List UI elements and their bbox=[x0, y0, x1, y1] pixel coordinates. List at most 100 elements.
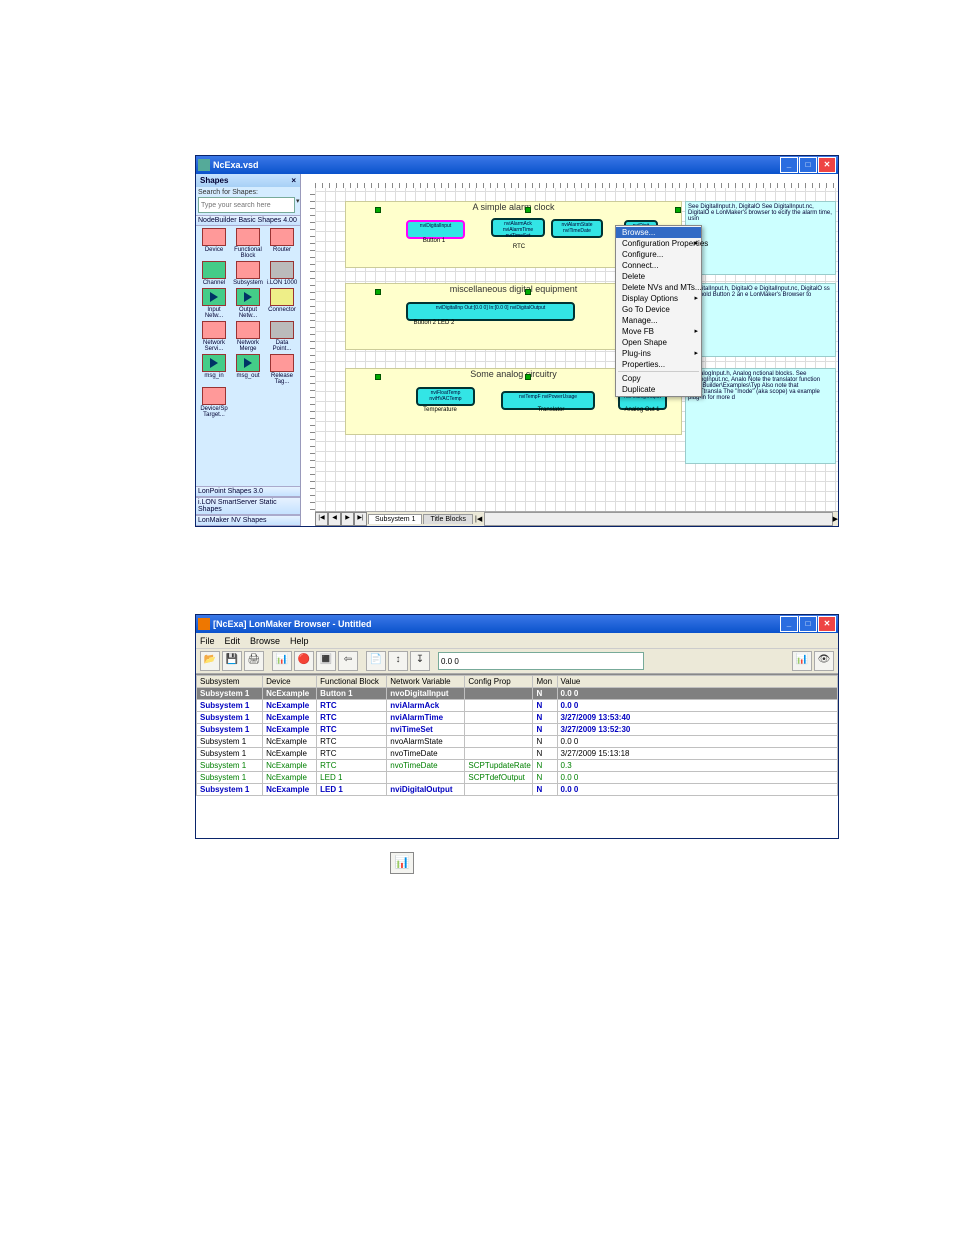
menu-item[interactable]: Browse... bbox=[616, 227, 701, 238]
minimize-button[interactable]: _ bbox=[780, 157, 798, 173]
stencil-item[interactable]: Channel bbox=[198, 261, 230, 286]
stencil-item[interactable]: msg_out bbox=[232, 354, 264, 385]
menu-browse[interactable]: Browse bbox=[250, 636, 280, 646]
menu-item[interactable]: Manage... bbox=[616, 315, 701, 326]
diagram-area: A simple alarm clocknviDigitalInputButto… bbox=[301, 174, 838, 526]
tab-nav-button[interactable]: ▶ bbox=[341, 512, 354, 526]
menu-item[interactable]: Properties... bbox=[616, 359, 701, 370]
data-grid[interactable]: SubsystemDeviceFunctional BlockNetwork V… bbox=[196, 674, 838, 838]
tab-nav-button[interactable]: |◀ bbox=[315, 512, 328, 526]
stencil-item[interactable]: Device bbox=[198, 228, 230, 259]
stencil-bar[interactable]: LonPoint Shapes 3.0 bbox=[196, 486, 300, 497]
column-header[interactable]: Value bbox=[557, 676, 837, 688]
menu-item[interactable]: Go To Device bbox=[616, 304, 701, 315]
functional-block[interactable]: nviAlarmState nviTimeDate bbox=[551, 219, 603, 238]
minimize-button[interactable]: _ bbox=[780, 616, 798, 632]
functional-block[interactable]: nviDigitalInput bbox=[406, 220, 465, 239]
toolbar-button[interactable]: ⇦ bbox=[338, 651, 358, 671]
table-row[interactable]: Subsystem 1NcExampleButton 1nvoDigitalIn… bbox=[197, 688, 838, 700]
stencil-header[interactable]: NodeBuilder Basic Shapes 4.00 bbox=[196, 215, 300, 226]
stencil-item[interactable]: Subsystem bbox=[232, 261, 264, 286]
menu-item[interactable]: Plug-ins bbox=[616, 348, 701, 359]
stencil-item[interactable]: Functional Block bbox=[232, 228, 264, 259]
stencil-bar[interactable]: i.LON SmartServer Static Shapes bbox=[196, 497, 300, 515]
toolbar-button[interactable]: 📄 bbox=[366, 651, 386, 671]
stencil-item[interactable]: Device/Sp Target... bbox=[198, 387, 230, 418]
column-header[interactable]: Mon bbox=[533, 676, 557, 688]
menu-item[interactable]: Copy bbox=[616, 373, 701, 384]
stencil-item[interactable]: Connector bbox=[266, 288, 298, 319]
maximize-button[interactable]: □ bbox=[799, 157, 817, 173]
side-note: See DigitalInput.h, DigitalO See Digital… bbox=[685, 201, 836, 275]
toolbar-button[interactable]: 🔳 bbox=[316, 651, 336, 671]
toolbar-button[interactable]: 🔴 bbox=[294, 651, 314, 671]
toolbar-button[interactable]: 📊 bbox=[272, 651, 292, 671]
titlebar[interactable]: [NcExa] LonMaker Browser - Untitled _ □ … bbox=[196, 615, 838, 633]
menu-item[interactable]: Open Shape bbox=[616, 337, 701, 348]
table-row[interactable]: Subsystem 1NcExampleRTCnviAlarmAckN0.0 0 bbox=[197, 700, 838, 712]
stencil-item[interactable]: Data Point... bbox=[266, 321, 298, 352]
toolbar-button[interactable]: 📂 bbox=[200, 651, 220, 671]
table-row[interactable]: Subsystem 1NcExampleLED 1nviDigitalOutpu… bbox=[197, 784, 838, 796]
tab-titleblocks[interactable]: Title Blocks bbox=[423, 514, 473, 524]
menu-item[interactable]: Delete NVs and MTs... bbox=[616, 282, 701, 293]
column-header[interactable]: Subsystem bbox=[197, 676, 263, 688]
functional-block[interactable]: nviFloatTemp nviHVACTemp bbox=[416, 387, 475, 406]
column-header[interactable]: Config Prop bbox=[465, 676, 533, 688]
toolbar-button[interactable]: ↧ bbox=[410, 651, 430, 671]
stencil-item[interactable]: Network Servi... bbox=[198, 321, 230, 352]
toolbar-button[interactable]: 🖨 bbox=[244, 651, 264, 671]
table-row[interactable]: Subsystem 1NcExampleRTCnvoTimeDateN3/27/… bbox=[197, 748, 838, 760]
stencil-item[interactable]: Network Merge bbox=[232, 321, 264, 352]
toolbar-button[interactable]: ↕ bbox=[388, 651, 408, 671]
toolbar-button[interactable]: 📊 bbox=[792, 651, 812, 671]
stencil-item[interactable]: msg_in bbox=[198, 354, 230, 385]
menu-edit[interactable]: Edit bbox=[225, 636, 241, 646]
menu-help[interactable]: Help bbox=[290, 636, 309, 646]
menu-item[interactable]: Delete bbox=[616, 271, 701, 282]
toolbar-button[interactable]: 💾 bbox=[222, 651, 242, 671]
table-row[interactable]: Subsystem 1NcExampleRTCnvoTimeDateSCPTup… bbox=[197, 760, 838, 772]
stencil-item[interactable]: Router bbox=[266, 228, 298, 259]
table-row[interactable]: Subsystem 1NcExampleRTCnviTimeSetN3/27/2… bbox=[197, 724, 838, 736]
dropdown-icon[interactable]: ▾ bbox=[296, 197, 300, 213]
tab-subsystem1[interactable]: Subsystem 1 bbox=[368, 514, 422, 524]
stencil-bar[interactable]: LonMaker NV Shapes bbox=[196, 515, 300, 526]
stencil-item[interactable]: i.LON 1000 bbox=[266, 261, 298, 286]
stencil-item[interactable]: Release Tag... bbox=[266, 354, 298, 385]
table: SubsystemDeviceFunctional BlockNetwork V… bbox=[196, 675, 838, 796]
canvas[interactable]: A simple alarm clocknviDigitalInputButto… bbox=[315, 188, 838, 512]
stencil-item[interactable]: Output Netw... bbox=[232, 288, 264, 319]
monitor-icon[interactable]: 📊 bbox=[390, 852, 414, 874]
table-row[interactable]: Subsystem 1NcExampleRTCnvoAlarmStateN0.0… bbox=[197, 736, 838, 748]
menu-file[interactable]: File bbox=[200, 636, 215, 646]
close-pane-icon[interactable]: × bbox=[291, 176, 296, 185]
table-row[interactable]: Subsystem 1NcExampleRTCnviAlarmTimeN3/27… bbox=[197, 712, 838, 724]
value-input[interactable] bbox=[438, 652, 644, 670]
menu-item[interactable]: Duplicate bbox=[616, 384, 701, 395]
toolbar-button[interactable]: 👁 bbox=[814, 651, 834, 671]
stencil-item[interactable]: Input Netw... bbox=[198, 288, 230, 319]
menu-item[interactable]: Configure... bbox=[616, 249, 701, 260]
menu-item[interactable]: Move FB bbox=[616, 326, 701, 337]
tab-nav-button[interactable]: ◀ bbox=[328, 512, 341, 526]
functional-block[interactable]: nviDigitalInp Out:[0.0 0] In:[0.0 0] nvi… bbox=[406, 302, 575, 321]
menu-item[interactable]: Connect... bbox=[616, 260, 701, 271]
context-menu: Browse...Configuration PropertiesConfigu… bbox=[615, 225, 702, 397]
hscroll[interactable] bbox=[484, 512, 832, 526]
table-row[interactable]: Subsystem 1NcExampleLED 1SCPTdefOutputN0… bbox=[197, 772, 838, 784]
menu-item[interactable]: Configuration Properties bbox=[616, 238, 701, 249]
close-button[interactable]: ✕ bbox=[818, 616, 836, 632]
app-icon bbox=[198, 159, 210, 171]
close-button[interactable]: ✕ bbox=[818, 157, 836, 173]
column-header[interactable]: Functional Block bbox=[317, 676, 387, 688]
sheet-tabs: |◀◀▶▶| Subsystem 1 Title Blocks |◀ ▶ bbox=[315, 511, 838, 526]
menu-item[interactable]: Display Options bbox=[616, 293, 701, 304]
column-header[interactable]: Device bbox=[263, 676, 317, 688]
functional-block[interactable]: nviAlarmAck nviAlarmTime nviTimeSet bbox=[491, 218, 545, 237]
titlebar[interactable]: NcExa.vsd _ □ ✕ bbox=[196, 156, 838, 174]
maximize-button[interactable]: □ bbox=[799, 616, 817, 632]
search-input[interactable] bbox=[198, 197, 295, 213]
column-header[interactable]: Network Variable bbox=[387, 676, 465, 688]
tab-nav-button[interactable]: ▶| bbox=[354, 512, 367, 526]
